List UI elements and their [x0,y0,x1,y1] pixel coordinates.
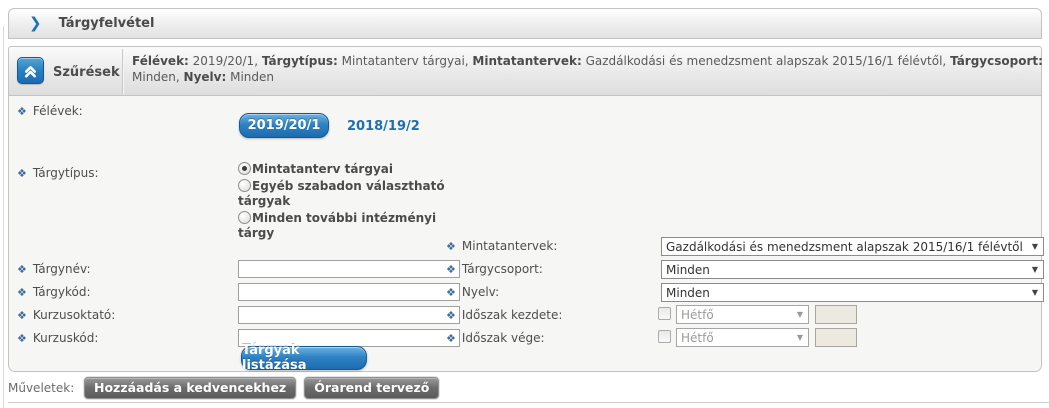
chevron-right-icon: ❯ [29,16,42,31]
dropdown-arrow-icon: ▼ [1027,265,1043,274]
page-header: ❯ Tárgyfelvétel [8,8,1042,39]
diamond-icon: ❖ [17,287,27,298]
dropdown-arrow-icon: ▼ [1027,288,1043,297]
add-to-favorites-button[interactable]: Hozzáadás a kedvencekhez [84,377,296,399]
radio-selected-icon [238,162,251,175]
targynev-input[interactable] [238,260,460,278]
idoszak-vege-label: Időszak vége: [462,331,545,345]
radio-option-mintatanterv-targyai[interactable]: Mintatanterv tárgyai [238,162,460,177]
filter-form-panel: ❖ Félévek: 2019/20/1 2018/19/2 ❖ Tárgytí… [8,96,1042,372]
kurzuskod-label: Kurzuskód: [33,331,99,345]
collapse-filters-button[interactable] [17,57,44,84]
idoszak-kezdete-time-input[interactable] [815,305,857,324]
idoszak-vege-time-input[interactable] [815,328,857,347]
dropdown-arrow-icon: ▼ [1027,242,1043,251]
mintatantervek-select[interactable]: Gazdálkodási és menedzsment alapszak 201… [661,237,1044,256]
felevek-label-row: ❖ Félévek: [17,104,83,118]
kurzusoktato-input[interactable] [238,306,460,324]
timetable-planner-button[interactable]: Órarend tervező [304,377,439,399]
targytipus-label: Tárgytípus: [33,166,99,180]
targynev-label-row: ❖ Tárgynév: [17,262,91,276]
kurzusoktato-label-row: ❖ Kurzusoktató: [17,308,115,322]
targykod-label: Tárgykód: [33,285,91,299]
diamond-icon: ❖ [446,241,456,252]
targycsoport-label: Tárgycsoport: [462,262,543,276]
targytipus-label-row: ❖ Tárgytípus: [17,166,99,180]
diamond-icon: ❖ [446,310,456,321]
list-subjects-button[interactable]: Tárgyak listázása [241,346,367,370]
targykod-label-row: ❖ Tárgykód: [17,285,91,299]
diamond-icon: ❖ [17,106,27,117]
idoszak-vege-label-row: ❖ Időszak vége: [446,331,545,345]
kurzusoktato-label: Kurzusoktató: [33,308,115,322]
dropdown-arrow-icon: ▼ [792,333,808,342]
targykod-input[interactable] [238,283,460,301]
radio-option-minden-tovabbi-intezmenyi[interactable]: Minden további intézményi tárgy [238,211,460,241]
divider [8,402,1049,403]
diamond-icon: ❖ [446,333,456,344]
dropdown-arrow-icon: ▼ [792,310,808,319]
radio-option-egyeb-szabadon-valaszthato[interactable]: Egyéb szabadon választható tárgyak [238,179,460,209]
course-registration-page: ❯ Tárgyfelvétel Szűrések Félévek: 2019/2… [0,0,1049,408]
actions-row: Hozzáadás a kedvencekhez Órarend tervező [84,377,439,399]
chevron-double-up-icon [22,62,39,79]
idoszak-kezdete-checkbox[interactable] [658,307,671,320]
idoszak-kezdete-day-select[interactable]: Hétfő ▼ [676,305,809,324]
page-title: Tárgyfelvétel [59,16,155,31]
mintatantervek-label-row: ❖ Mintatantervek: [446,239,557,253]
targynev-label: Tárgynév: [33,262,91,276]
idoszak-kezdete-label: Időszak kezdete: [462,308,563,322]
targycsoport-select[interactable]: Minden ▼ [661,260,1044,279]
nyelv-label: Nyelv: [462,285,499,299]
diamond-icon: ❖ [17,310,27,321]
felevek-label: Félévek: [33,104,83,118]
targytipus-radio-group: Mintatanterv tárgyai Egyéb szabadon vála… [238,162,460,243]
diamond-icon: ❖ [446,264,456,275]
targycsoport-label-row: ❖ Tárgycsoport: [446,262,543,276]
diamond-icon: ❖ [17,333,27,344]
filters-label: Szűrések [53,47,120,97]
diamond-icon: ❖ [17,168,27,179]
kurzuskod-label-row: ❖ Kurzuskód: [17,331,98,345]
semester-button-selected[interactable]: 2019/20/1 [239,113,329,138]
radio-icon [238,179,251,192]
idoszak-vege-checkbox[interactable] [658,330,671,343]
diamond-icon: ❖ [17,264,27,275]
idoszak-kezdete-label-row: ❖ Időszak kezdete: [446,308,562,322]
diamond-icon: ❖ [446,287,456,298]
nyelv-label-row: ❖ Nyelv: [446,285,499,299]
mintatantervek-label: Mintatantervek: [462,239,558,253]
nyelv-select[interactable]: Minden ▼ [661,283,1044,302]
semester-link[interactable]: 2018/19/2 [347,119,420,134]
idoszak-vege-day-select[interactable]: Hétfő ▼ [676,328,809,347]
filter-summary: Félévek: 2019/20/1, Tárgytípus: Mintatan… [132,53,1044,85]
actions-label: Műveletek: [8,381,74,395]
radio-icon [238,211,251,224]
filters-bar: Szűrések Félévek: 2019/20/1, Tárgytípus:… [8,46,1042,96]
divider [122,49,123,95]
page-left-border [3,26,4,408]
